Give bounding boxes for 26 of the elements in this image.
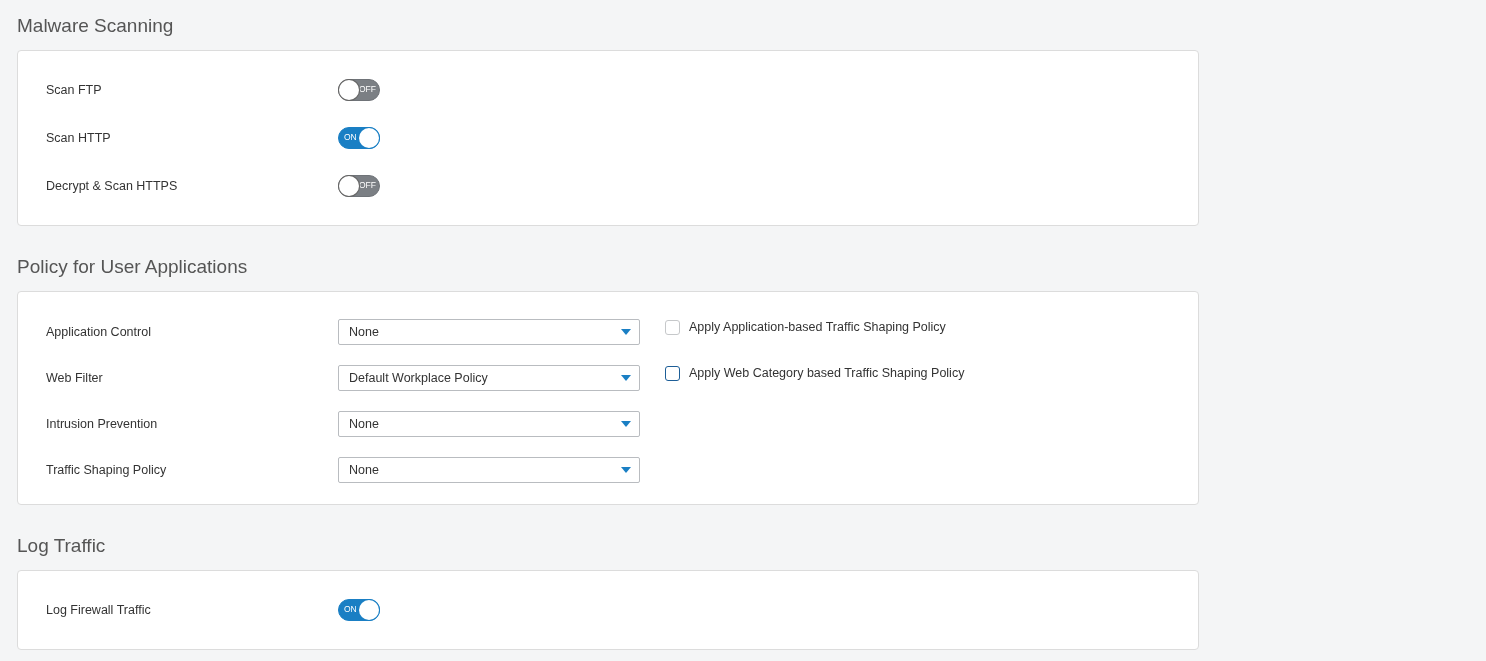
setting-label: Decrypt & Scan HTTPS — [46, 179, 179, 193]
checkbox-label: Apply Web Category based Traffic Shaping Policy — [689, 366, 965, 380]
toggle-switch[interactable]: OFF — [338, 79, 380, 101]
checkbox[interactable] — [665, 365, 680, 381]
section-heading: Malware Scanning — [17, 14, 175, 38]
dropdown-select[interactable]: None — [338, 457, 640, 483]
caret-icon — [621, 467, 631, 473]
dropdown-select[interactable]: None — [338, 411, 640, 437]
setting-label: Intrusion Prevention — [46, 417, 159, 431]
setting-label: Application Control — [46, 325, 152, 339]
toggle-switch[interactable]: ON — [338, 127, 380, 149]
caret-icon — [621, 421, 631, 427]
setting-label: Scan FTP — [46, 83, 103, 97]
checkbox-label: Apply Application-based Traffic Shaping Policy — [689, 320, 946, 334]
setting-label: Traffic Shaping Policy — [46, 463, 168, 477]
setting-label: Scan HTTP — [46, 131, 112, 145]
setting-label: Log Firewall Traffic — [46, 603, 152, 617]
toggle-switch[interactable]: ON — [338, 599, 380, 621]
caret-icon — [621, 329, 631, 335]
section-heading: Log Traffic — [17, 534, 107, 558]
dropdown-select[interactable]: Default Workplace Policy — [338, 365, 640, 391]
section-heading: Policy for User Applications — [17, 255, 249, 279]
caret-icon — [621, 375, 631, 381]
toggle-switch[interactable]: OFF — [338, 175, 380, 197]
dropdown-select[interactable]: None — [338, 319, 640, 345]
setting-label: Web Filter — [46, 371, 104, 385]
